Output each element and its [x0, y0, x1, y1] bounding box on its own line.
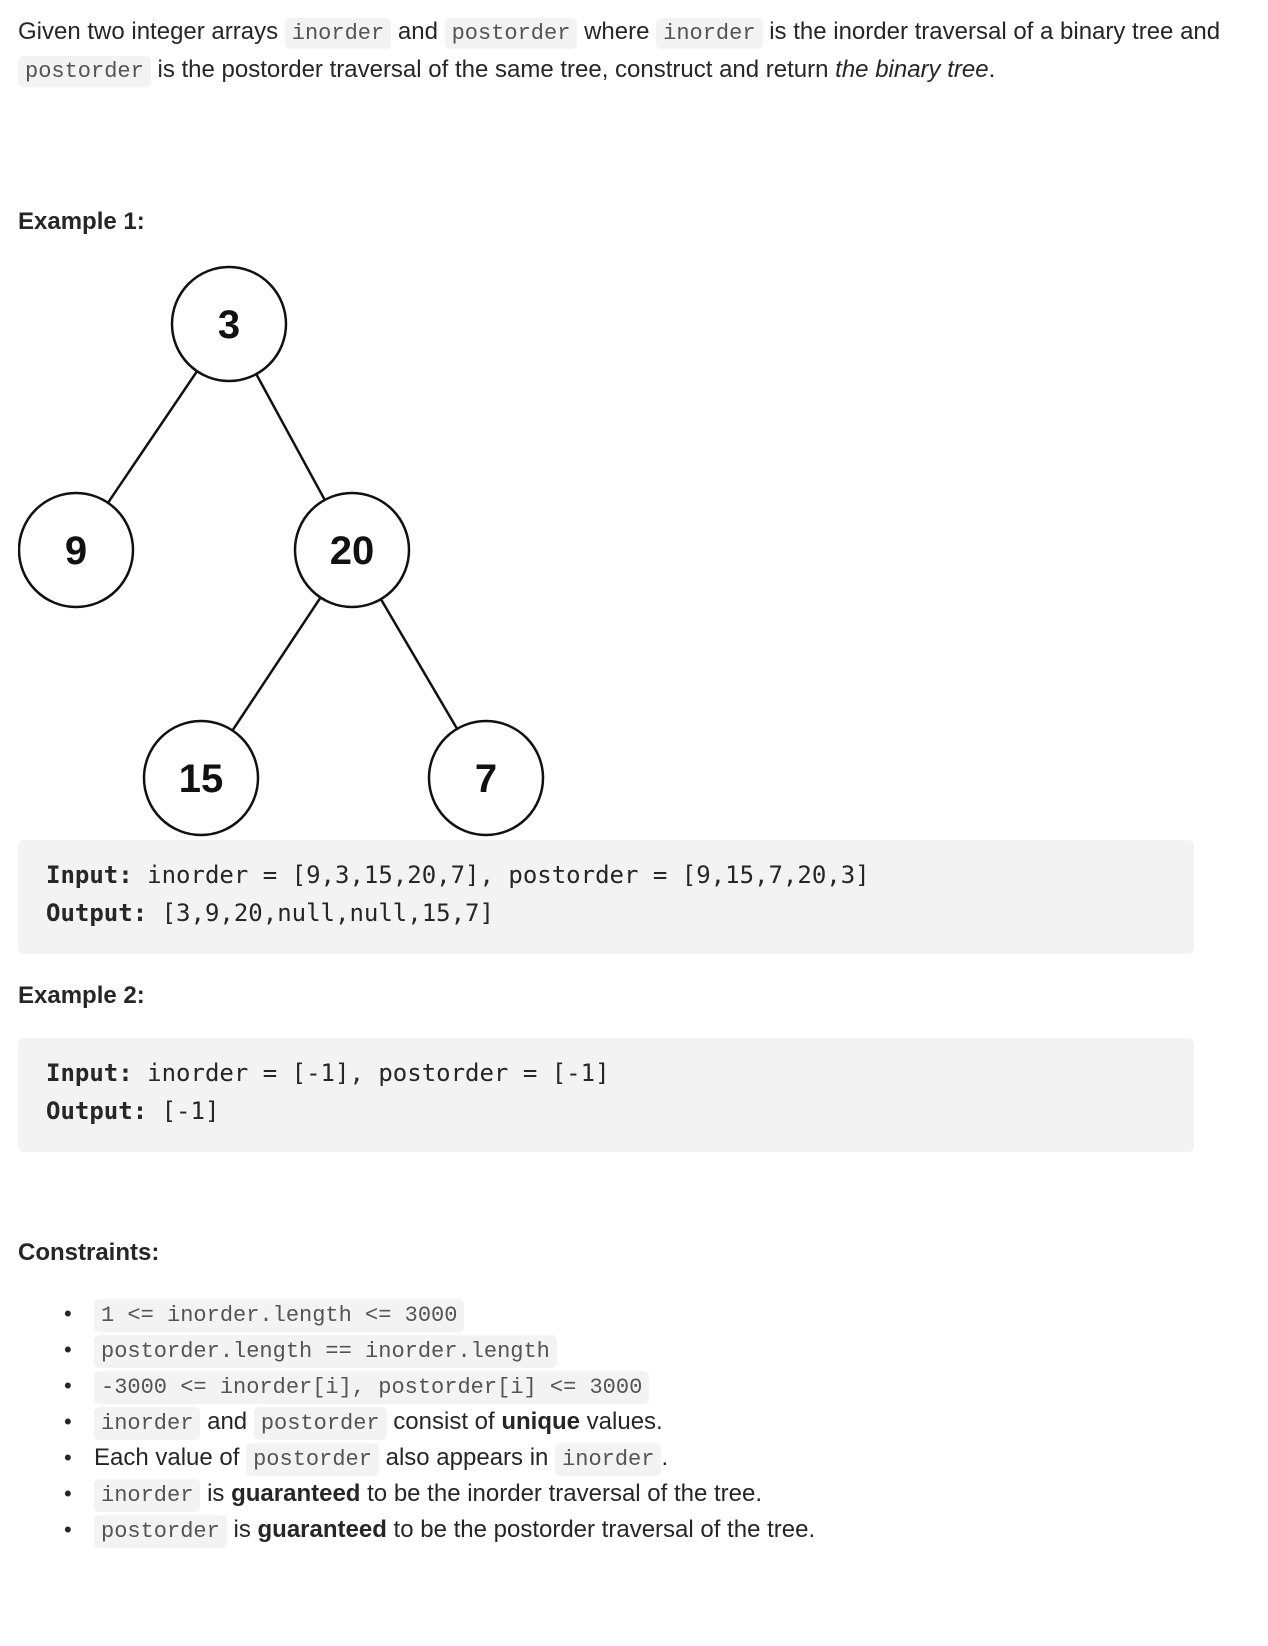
emphasis-text: the binary tree: [835, 56, 989, 83]
inline-code: postorder: [246, 1443, 379, 1476]
text-run: .: [661, 1444, 669, 1471]
text-run: is: [226, 1516, 258, 1543]
tree-edge: [255, 373, 326, 501]
text-run: to be the postorder traversal of the tre…: [386, 1516, 816, 1543]
tree-node-label: 15: [179, 757, 224, 801]
inline-code: inorder: [284, 18, 392, 49]
text-run: and: [391, 18, 445, 45]
tree-edge: [106, 370, 199, 504]
constraint-item: -3000 <= inorder[i], postorder[i] <= 300…: [64, 1368, 815, 1404]
example-1-tree-diagram: 3 9 20 15 7: [18, 265, 545, 837]
bold-text: guaranteed: [257, 1516, 387, 1543]
tree-edge: [379, 598, 459, 730]
inline-code: postorder.length == inorder.length: [94, 1335, 557, 1368]
constraints-list: 1 <= inorder.length <= 3000postorder.len…: [18, 1296, 815, 1548]
example-1-code-block: Input: inorder = [9,3,15,20,7], postorde…: [18, 840, 1194, 954]
bold-text: guaranteed: [231, 1480, 361, 1507]
constraint-item: 1 <= inorder.length <= 3000: [64, 1296, 815, 1332]
inline-code: postorder: [444, 18, 578, 49]
text-run: Each value of: [94, 1444, 247, 1471]
tree-edge: [231, 596, 322, 732]
inline-code: postorder: [94, 1515, 227, 1548]
inline-code: postorder: [253, 1407, 387, 1440]
example-1-heading: Example 1:: [18, 208, 145, 235]
text-run: is: [200, 1480, 232, 1507]
text-run: consist of: [386, 1408, 502, 1435]
inline-code: 1 <= inorder.length <= 3000: [94, 1299, 465, 1332]
tree-node: 15: [142, 719, 260, 837]
example-1-input-label: Input:: [46, 861, 133, 889]
text-run: where: [577, 18, 657, 45]
inline-code: -3000 <= inorder[i], postorder[i] <= 300…: [94, 1371, 650, 1404]
constraint-item: inorder and postorder consist of unique …: [64, 1404, 815, 1440]
tree-node-label: 9: [65, 529, 87, 573]
inline-code: inorder: [94, 1407, 201, 1440]
example-2-output-value: [-1]: [147, 1097, 220, 1125]
tree-node-label: 3: [218, 303, 240, 347]
constraint-item: Each value of postorder also appears in …: [64, 1440, 815, 1476]
example-1-output-value: [3,9,20,null,null,15,7]: [147, 899, 494, 927]
text-run: and: [200, 1408, 254, 1435]
example-2-output-label: Output:: [46, 1097, 148, 1125]
inline-code: postorder: [18, 56, 151, 87]
text-run: is the inorder traversal of a binary tre…: [762, 18, 1221, 45]
problem-statement: Given two integer arrays inorder and pos…: [18, 14, 1248, 90]
text-run: is the postorder traversal of the same t…: [150, 56, 836, 83]
constraints-heading: Constraints:: [18, 1239, 160, 1266]
constraint-item: inorder is guaranteed to be the inorder …: [64, 1476, 815, 1512]
tree-node: 20: [293, 491, 411, 609]
constraint-item: postorder.length == inorder.length: [64, 1332, 815, 1368]
tree-node-label: 20: [330, 529, 375, 573]
bold-text: unique: [501, 1408, 581, 1435]
inline-code: inorder: [656, 18, 763, 49]
example-2-input-label: Input:: [46, 1059, 133, 1087]
tree-node: 3: [170, 265, 288, 383]
text-run: to be the inorder traversal of the tree.: [360, 1480, 763, 1507]
example-1-input-value: inorder = [9,3,15,20,7], postorder = [9,…: [132, 861, 870, 889]
example-2-input-value: inorder = [-1], postorder = [-1]: [132, 1059, 610, 1087]
example-2-code-block: Input: inorder = [-1], postorder = [-1] …: [18, 1038, 1194, 1152]
tree-node-label: 7: [475, 757, 497, 801]
text-run: values.: [580, 1408, 663, 1435]
example-1-output-label: Output:: [46, 899, 148, 927]
example-2-heading: Example 2:: [18, 982, 145, 1009]
tree-node: 7: [427, 719, 545, 837]
text-run: Given two integer arrays: [18, 18, 285, 45]
inline-code: inorder: [555, 1443, 662, 1476]
constraint-item: postorder is guaranteed to be the postor…: [64, 1512, 816, 1548]
text-run: also appears in: [378, 1444, 556, 1471]
inline-code: inorder: [94, 1479, 201, 1512]
tree-node: 9: [18, 491, 135, 609]
text-run: .: [988, 56, 996, 83]
